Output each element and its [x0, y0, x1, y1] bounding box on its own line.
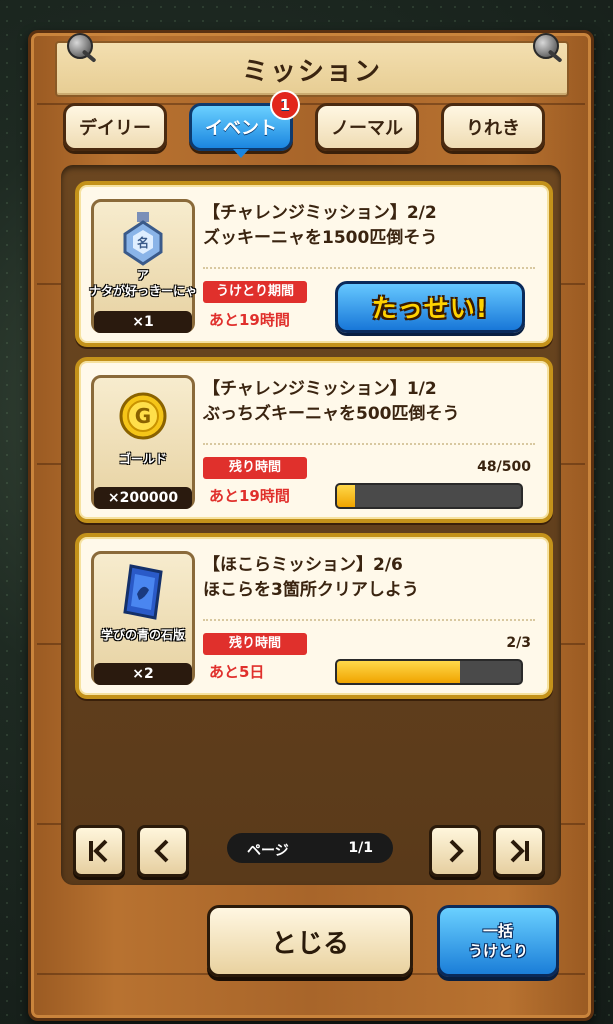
tab-label: ノーマル: [331, 118, 403, 139]
remaining-time: あと19時間: [209, 311, 290, 329]
mission-board: ミッション デイリー イベント 1 ノーマル りれき 名 ア ナタが好っきーにゃ…: [28, 30, 594, 1021]
svg-text:名: 名: [137, 235, 149, 250]
tab-normal[interactable]: ノーマル: [315, 103, 419, 151]
tab-history[interactable]: りれき: [441, 103, 545, 151]
reward-name: ア: [136, 268, 149, 282]
page-title: ミッション: [241, 56, 382, 87]
progress-fill: [337, 661, 460, 683]
mission-title-line: ズッキーニャを1500匹倒そう: [203, 228, 438, 248]
mission-title-line: ほこらを3箇所クリアしよう: [203, 580, 419, 600]
remaining-time: あと5日: [209, 663, 265, 681]
divider: [203, 267, 535, 269]
reward-count: ×200000: [94, 487, 192, 509]
close-button[interactable]: とじる: [207, 905, 413, 977]
title-banner: ミッション: [55, 41, 569, 97]
medal-icon: 名: [118, 212, 168, 268]
reward-name: 学びの青の石版: [100, 628, 185, 642]
progress-bar: [335, 659, 523, 685]
last-page-button[interactable]: [493, 825, 545, 877]
mission-title-line: 【チャレンジミッション】1/2: [203, 379, 437, 399]
mission-title-line: 【チャレンジミッション】2/2: [203, 203, 437, 223]
tab-label: りれき: [466, 118, 520, 139]
next-page-button[interactable]: [429, 825, 481, 877]
first-page-button[interactable]: [73, 825, 125, 877]
mission-title: 【ほこらミッション】2/6 ほこらを3箇所クリアしよう: [203, 553, 419, 603]
tab-daily[interactable]: デイリー: [63, 103, 167, 151]
collect-label: うけとり: [467, 942, 528, 960]
mission-title-line: ぶっちズキーニャを500匹倒そう: [203, 404, 460, 424]
tab-label: イベント: [205, 118, 277, 139]
mission-list[interactable]: 名 ア ナタが好っきーにゃ ×1 【チャレンジミッション】2/2 ズッキーニャを…: [61, 165, 561, 885]
period-label: うけとり期間: [203, 281, 307, 303]
notification-badge: 1: [270, 90, 300, 120]
pin-icon: [67, 33, 93, 59]
mission-title-line: 【ほこらミッション】2/6: [203, 555, 403, 575]
chevron-right-icon: [449, 839, 464, 863]
tab-event[interactable]: イベント 1: [189, 90, 300, 158]
page-indicator: ページ 1/1: [227, 833, 393, 863]
page-number: 1/1: [348, 840, 373, 856]
mission-card: 名 ア ナタが好っきーにゃ ×1 【チャレンジミッション】2/2 ズッキーニャを…: [75, 181, 553, 347]
pin-icon: [533, 33, 559, 59]
remaining-time: あと19時間: [209, 487, 290, 505]
progress-text: 48/500: [477, 459, 531, 475]
gold-coin-icon: G: [118, 388, 168, 444]
reward-name: ナタが好っきーにゃ: [88, 284, 197, 298]
last-page-icon: [510, 839, 529, 863]
progress-bar: [335, 483, 523, 509]
reward-box: 学びの青の石版 ×2: [91, 551, 195, 685]
reward-count: ×2: [94, 663, 192, 685]
progress-text: 2/3: [506, 635, 531, 651]
time-label: 残り時間: [203, 457, 307, 479]
mission-card: 学びの青の石版 ×2 【ほこらミッション】2/6 ほこらを3箇所クリアしよう 残…: [75, 533, 553, 699]
time-label: 残り時間: [203, 633, 307, 655]
svg-text:G: G: [135, 404, 151, 428]
reward-box: 名 ア ナタが好っきーにゃ ×1: [88, 199, 197, 333]
achieve-button[interactable]: たっせい!: [335, 281, 525, 333]
first-page-icon: [89, 839, 108, 863]
prev-page-button[interactable]: [137, 825, 189, 877]
tab-label: デイリー: [79, 118, 151, 139]
reward-count: ×1: [94, 311, 192, 333]
blue-stone-tablet-icon: [118, 564, 168, 620]
page-label: ページ: [247, 843, 289, 859]
mission-card: G ゴールド ×200000 【チャレンジミッション】1/2 ぶっちズキーニャを…: [75, 357, 553, 523]
mission-title: 【チャレンジミッション】2/2 ズッキーニャを1500匹倒そう: [203, 201, 437, 251]
chevron-left-icon: [154, 839, 169, 863]
collect-all-button[interactable]: 一括 うけとり: [437, 905, 559, 977]
mission-title: 【チャレンジミッション】1/2 ぶっちズキーニャを500匹倒そう: [203, 377, 460, 427]
divider: [203, 619, 535, 621]
progress-fill: [337, 485, 355, 507]
collect-label: 一括: [482, 922, 513, 940]
reward-box: G ゴールド ×200000: [91, 375, 195, 509]
reward-name: ゴールド: [118, 452, 167, 466]
divider: [203, 443, 535, 445]
